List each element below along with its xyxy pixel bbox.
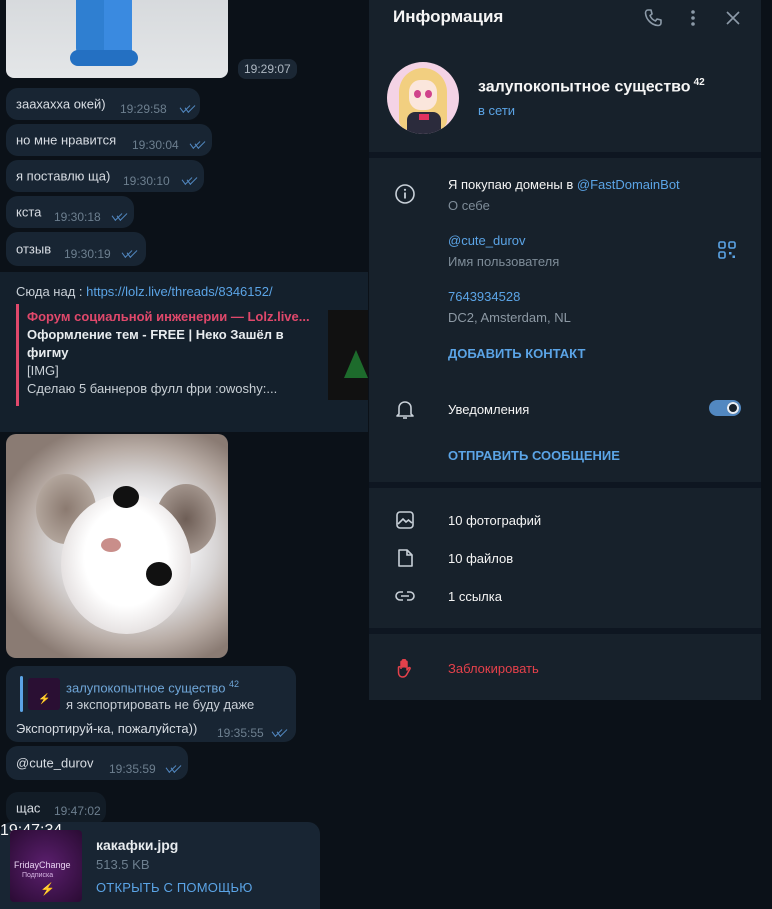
- message-text: кста: [16, 204, 42, 220]
- shared-photos[interactable]: 10 фотографий: [448, 513, 541, 528]
- link-preview-desc: Сделаю 5 баннеров фулл фри :owoshy:...: [27, 381, 278, 396]
- phone-sub: DC2, Amsterdam, NL: [448, 310, 571, 325]
- phone-number[interactable]: 7643934528: [448, 289, 520, 304]
- open-with-button[interactable]: ОТКРЫТЬ С ПОМОЩЬЮ: [96, 880, 253, 895]
- message-bubble[interactable]: я поставлю ща) 19:30:10: [6, 160, 204, 192]
- read-checks-icon: [272, 728, 290, 738]
- message-bubble[interactable]: заахахха окей) 19:29:58: [6, 88, 200, 120]
- username-value[interactable]: @cute_durov: [448, 233, 526, 248]
- photo-icon: [393, 508, 417, 532]
- image-time: 19:29:07: [238, 59, 297, 79]
- add-contact-button[interactable]: ДОБАВИТЬ КОНТАКТ: [448, 346, 585, 361]
- phone-icon[interactable]: [643, 8, 663, 28]
- bio-link[interactable]: @FastDomainBot: [577, 177, 680, 192]
- link-preview-title: Оформление тем - FREE | Неко Зашёл в фиг…: [27, 327, 284, 360]
- online-status: в сети: [478, 103, 516, 118]
- sticker-image[interactable]: [6, 0, 228, 78]
- file-icon: [393, 546, 417, 570]
- bell-icon: [393, 397, 417, 421]
- link-message-text: Сюда над : https://lolz.live/threads/834…: [16, 284, 273, 299]
- panel-header: Информация: [369, 0, 761, 36]
- message-time: 19:30:18: [54, 210, 101, 224]
- close-icon[interactable]: [723, 8, 743, 28]
- file-message[interactable]: FridayChange Подписка ⚡ какафки.jpg 513.…: [0, 822, 320, 909]
- message-text: щас: [16, 800, 41, 816]
- notifications-toggle[interactable]: [709, 400, 741, 416]
- reply-author[interactable]: залупокопытное существо 42: [66, 679, 239, 695]
- link-preview-card[interactable]: Форум социальной инженерии — Lolz.live..…: [16, 304, 324, 406]
- read-checks-icon: [112, 212, 130, 222]
- file-thumbnail[interactable]: FridayChange Подписка ⚡: [10, 830, 82, 902]
- message-bubble[interactable]: отзыв 19:30:19: [6, 232, 146, 266]
- avatar[interactable]: [387, 62, 459, 134]
- image-detail: [76, 0, 106, 56]
- info-icon: [393, 182, 417, 206]
- message-time: 19:29:58: [120, 102, 167, 116]
- read-checks-icon: [190, 140, 208, 150]
- shared-links[interactable]: 1 ссылка: [448, 589, 502, 604]
- message-time: 19:35:59: [109, 762, 156, 776]
- username-label: Имя пользователя: [448, 254, 560, 269]
- message-time: 19:47:02: [54, 804, 101, 818]
- file-name: какафки.jpg: [96, 837, 179, 853]
- message-text: Экспортируй-ка, пожалуйста)): [16, 721, 198, 736]
- block-button[interactable]: Заблокировать: [448, 661, 539, 676]
- message-text: я поставлю ща): [16, 168, 111, 184]
- info-panel: Информация залупокопытное существо 42 в с…: [369, 0, 761, 700]
- link-preview-desc: [IMG]: [27, 363, 59, 378]
- read-checks-icon: [182, 176, 200, 186]
- panel-title: Информация: [393, 7, 504, 26]
- message-time: 19:30:19: [64, 247, 111, 261]
- more-vertical-icon[interactable]: [683, 8, 703, 28]
- reply-text: я экспортировать не буду даже: [66, 697, 255, 712]
- qr-code-icon[interactable]: [717, 240, 737, 260]
- mention-text[interactable]: @cute_durov: [16, 756, 94, 771]
- link-preview-thumbnail: [328, 310, 368, 400]
- message-link[interactable]: https://lolz.live/threads/8346152/: [86, 284, 272, 299]
- shared-files[interactable]: 10 файлов: [448, 551, 513, 566]
- message-bubble[interactable]: щас 19:47:02: [6, 792, 106, 824]
- image-detail: [70, 50, 138, 66]
- bio-text: Я покупаю домены в @FastDomainBot: [448, 177, 680, 192]
- message-bubble[interactable]: кста 19:30:18: [6, 196, 134, 228]
- bio-label: О себе: [448, 198, 490, 213]
- message-text: но мне нравится: [16, 132, 117, 148]
- reply-message-bubble[interactable]: ⚡ залупокопытное существо 42 я экспортир…: [6, 666, 296, 742]
- reply-quote-bar: [20, 676, 23, 712]
- link-prefix: Сюда над :: [16, 284, 87, 299]
- notifications-label: Уведомления: [448, 402, 530, 417]
- file-size: 513.5 KB: [96, 857, 150, 872]
- cat-photo[interactable]: [6, 434, 228, 658]
- send-message-button[interactable]: ОТПРАВИТЬ СООБЩЕНИЕ: [448, 448, 620, 463]
- reply-thumbnail: ⚡: [28, 678, 60, 710]
- message-bubble[interactable]: @cute_durov 19:35:59: [6, 746, 188, 780]
- section-divider: [369, 152, 761, 158]
- message-time: 19:35:55: [217, 726, 264, 740]
- message-time: 19:30:04: [132, 138, 179, 152]
- section-divider: [369, 628, 761, 634]
- block-hand-icon: [393, 656, 417, 680]
- link-message[interactable]: Сюда над : https://lolz.live/threads/834…: [0, 272, 368, 432]
- link-icon: [393, 584, 417, 608]
- message-bubble[interactable]: но мне нравится 19:30:04: [6, 124, 212, 156]
- link-preview-site: Форум социальной инженерии — Lolz.live..…: [27, 309, 310, 324]
- section-divider: [369, 482, 761, 488]
- read-checks-icon: [122, 249, 140, 259]
- message-text: заахахха окей): [16, 96, 106, 112]
- message-text: отзыв: [16, 241, 52, 257]
- message-time: 19:30:10: [123, 174, 170, 188]
- read-checks-icon: [166, 764, 184, 774]
- read-checks-icon: [180, 104, 198, 114]
- profile-name: залупокопытное существо 42: [478, 77, 705, 96]
